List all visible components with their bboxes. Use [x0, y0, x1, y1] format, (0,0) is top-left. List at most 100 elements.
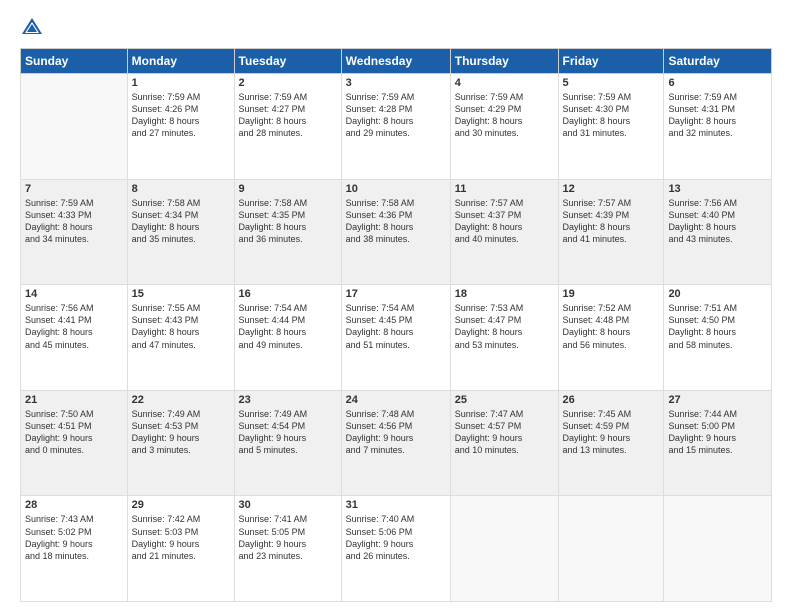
cell-content: Sunrise: 7:59 AM Sunset: 4:31 PM Dayligh…	[668, 91, 767, 140]
cell-content: Sunrise: 7:56 AM Sunset: 4:41 PM Dayligh…	[25, 302, 123, 351]
cell-content: Sunrise: 7:58 AM Sunset: 4:35 PM Dayligh…	[239, 197, 337, 246]
cell-content: Sunrise: 7:59 AM Sunset: 4:26 PM Dayligh…	[132, 91, 230, 140]
calendar-cell: 16Sunrise: 7:54 AM Sunset: 4:44 PM Dayli…	[234, 285, 341, 391]
cell-content: Sunrise: 7:49 AM Sunset: 4:53 PM Dayligh…	[132, 408, 230, 457]
day-number: 29	[132, 499, 230, 511]
cell-content: Sunrise: 7:51 AM Sunset: 4:50 PM Dayligh…	[668, 302, 767, 351]
day-number: 1	[132, 77, 230, 89]
day-number: 9	[239, 183, 337, 195]
day-number: 4	[455, 77, 554, 89]
calendar-cell: 24 Sunrise: 7:48 AM Sunset: 4:56 PM Dayli…	[341, 390, 450, 496]
calendar-cell: 22 Sunrise: 7:49 AM Sunset: 4:53 PM Dayli…	[127, 390, 234, 496]
calendar-cell	[450, 496, 558, 602]
calendar-cell: 29 Sunrise: 7:42 AM Sunset: 5:03 PM Dayli…	[127, 496, 234, 602]
calendar-cell: 23 Sunrise: 7:49 AM Sunset: 4:54 PM Dayli…	[234, 390, 341, 496]
calendar-cell: 14 Sunrise: 7:56 AM Sunset: 4:41 PM Dayli…	[21, 285, 128, 391]
calendar-cell: 28Sunrise: 7:43 AM Sunset: 5:02 PM Dayli…	[21, 496, 128, 602]
calendar-cell: 26 Sunrise: 7:45 AM Sunset: 4:59 PM Dayli…	[558, 390, 664, 496]
day-number: 15	[132, 288, 230, 300]
day-number: 30	[239, 499, 337, 511]
cell-content: Sunrise: 7:54 AM Sunset: 4:45 PM Dayligh…	[346, 302, 446, 351]
cell-content: Sunrise: 7:59 AM Sunset: 4:29 PM Dayligh…	[455, 91, 554, 140]
calendar-row-1: 7 Sunrise: 7:59 AM Sunset: 4:33 PM Daylig…	[21, 179, 772, 285]
calendar-cell: 7 Sunrise: 7:59 AM Sunset: 4:33 PM Daylig…	[21, 179, 128, 285]
weekday-header-sunday: Sunday	[21, 49, 128, 74]
calendar-cell: 3 Sunrise: 7:59 AM Sunset: 4:28 PM Daylig…	[341, 74, 450, 180]
calendar-cell: 19 Sunrise: 7:52 AM Sunset: 4:48 PM Dayli…	[558, 285, 664, 391]
day-number: 27	[668, 394, 767, 406]
calendar-cell: 20 Sunrise: 7:51 AM Sunset: 4:50 PM Dayli…	[664, 285, 772, 391]
calendar-cell: 4 Sunrise: 7:59 AM Sunset: 4:29 PM Daylig…	[450, 74, 558, 180]
day-number: 20	[668, 288, 767, 300]
weekday-header-friday: Friday	[558, 49, 664, 74]
cell-content: Sunrise: 7:47 AM Sunset: 4:57 PM Dayligh…	[455, 408, 554, 457]
day-number: 2	[239, 77, 337, 89]
logo-icon	[20, 16, 44, 40]
cell-content: Sunrise: 7:58 AM Sunset: 4:34 PM Dayligh…	[132, 197, 230, 246]
day-number: 25	[455, 394, 554, 406]
day-number: 5	[563, 77, 660, 89]
day-number: 6	[668, 77, 767, 89]
cell-content: Sunrise: 7:57 AM Sunset: 4:39 PM Dayligh…	[563, 197, 660, 246]
header	[20, 16, 772, 40]
calendar-cell: 31Sunrise: 7:40 AM Sunset: 5:06 PM Dayli…	[341, 496, 450, 602]
calendar-cell: 27 Sunrise: 7:44 AM Sunset: 5:00 PM Dayli…	[664, 390, 772, 496]
day-number: 11	[455, 183, 554, 195]
cell-content: Sunrise: 7:48 AM Sunset: 4:56 PM Dayligh…	[346, 408, 446, 457]
day-number: 17	[346, 288, 446, 300]
calendar-row-2: 14 Sunrise: 7:56 AM Sunset: 4:41 PM Dayli…	[21, 285, 772, 391]
calendar-cell: 18 Sunrise: 7:53 AM Sunset: 4:47 PM Dayli…	[450, 285, 558, 391]
calendar-cell: 5 Sunrise: 7:59 AM Sunset: 4:30 PM Daylig…	[558, 74, 664, 180]
day-number: 12	[563, 183, 660, 195]
day-number: 23	[239, 394, 337, 406]
cell-content: Sunrise: 7:59 AM Sunset: 4:30 PM Dayligh…	[563, 91, 660, 140]
weekday-header-monday: Monday	[127, 49, 234, 74]
weekday-header-wednesday: Wednesday	[341, 49, 450, 74]
day-number: 22	[132, 394, 230, 406]
cell-content: Sunrise: 7:52 AM Sunset: 4:48 PM Dayligh…	[563, 302, 660, 351]
weekday-header-tuesday: Tuesday	[234, 49, 341, 74]
day-number: 18	[455, 288, 554, 300]
calendar-cell: 1 Sunrise: 7:59 AM Sunset: 4:26 PM Daylig…	[127, 74, 234, 180]
calendar-cell: 21Sunrise: 7:50 AM Sunset: 4:51 PM Dayli…	[21, 390, 128, 496]
cell-content: Sunrise: 7:42 AM Sunset: 5:03 PM Dayligh…	[132, 513, 230, 562]
calendar-cell: 15 Sunrise: 7:55 AM Sunset: 4:43 PM Dayli…	[127, 285, 234, 391]
day-number: 24	[346, 394, 446, 406]
cell-content: Sunrise: 7:53 AM Sunset: 4:47 PM Dayligh…	[455, 302, 554, 351]
calendar-cell: 8 Sunrise: 7:58 AM Sunset: 4:34 PM Daylig…	[127, 179, 234, 285]
day-number: 14	[25, 288, 123, 300]
cell-content: Sunrise: 7:49 AM Sunset: 4:54 PM Dayligh…	[239, 408, 337, 457]
calendar-cell: 9 Sunrise: 7:58 AM Sunset: 4:35 PM Daylig…	[234, 179, 341, 285]
cell-content: Sunrise: 7:40 AM Sunset: 5:06 PM Dayligh…	[346, 513, 446, 562]
day-number: 7	[25, 183, 123, 195]
calendar-cell: 30 Sunrise: 7:41 AM Sunset: 5:05 PM Dayli…	[234, 496, 341, 602]
cell-content: Sunrise: 7:55 AM Sunset: 4:43 PM Dayligh…	[132, 302, 230, 351]
day-number: 26	[563, 394, 660, 406]
weekday-header-row: SundayMondayTuesdayWednesdayThursdayFrid…	[21, 49, 772, 74]
weekday-header-saturday: Saturday	[664, 49, 772, 74]
cell-content: Sunrise: 7:41 AM Sunset: 5:05 PM Dayligh…	[239, 513, 337, 562]
calendar-cell: 11 Sunrise: 7:57 AM Sunset: 4:37 PM Dayli…	[450, 179, 558, 285]
calendar-cell: 17 Sunrise: 7:54 AM Sunset: 4:45 PM Dayli…	[341, 285, 450, 391]
calendar-cell	[664, 496, 772, 602]
calendar-cell: 12 Sunrise: 7:57 AM Sunset: 4:39 PM Dayli…	[558, 179, 664, 285]
cell-content: Sunrise: 7:57 AM Sunset: 4:37 PM Dayligh…	[455, 197, 554, 246]
calendar-cell: 10Sunrise: 7:58 AM Sunset: 4:36 PM Dayli…	[341, 179, 450, 285]
day-number: 8	[132, 183, 230, 195]
calendar-row-0: 1 Sunrise: 7:59 AM Sunset: 4:26 PM Daylig…	[21, 74, 772, 180]
cell-content: Sunrise: 7:56 AM Sunset: 4:40 PM Dayligh…	[668, 197, 767, 246]
calendar-cell: 25 Sunrise: 7:47 AM Sunset: 4:57 PM Dayli…	[450, 390, 558, 496]
cell-content: Sunrise: 7:58 AM Sunset: 4:36 PM Dayligh…	[346, 197, 446, 246]
calendar-cell	[21, 74, 128, 180]
cell-content: Sunrise: 7:59 AM Sunset: 4:27 PM Dayligh…	[239, 91, 337, 140]
weekday-header-thursday: Thursday	[450, 49, 558, 74]
cell-content: Sunrise: 7:44 AM Sunset: 5:00 PM Dayligh…	[668, 408, 767, 457]
cell-content: Sunrise: 7:59 AM Sunset: 4:33 PM Dayligh…	[25, 197, 123, 246]
day-number: 19	[563, 288, 660, 300]
calendar-row-4: 28Sunrise: 7:43 AM Sunset: 5:02 PM Dayli…	[21, 496, 772, 602]
cell-content: Sunrise: 7:45 AM Sunset: 4:59 PM Dayligh…	[563, 408, 660, 457]
cell-content: Sunrise: 7:59 AM Sunset: 4:28 PM Dayligh…	[346, 91, 446, 140]
day-number: 13	[668, 183, 767, 195]
day-number: 3	[346, 77, 446, 89]
calendar-cell	[558, 496, 664, 602]
